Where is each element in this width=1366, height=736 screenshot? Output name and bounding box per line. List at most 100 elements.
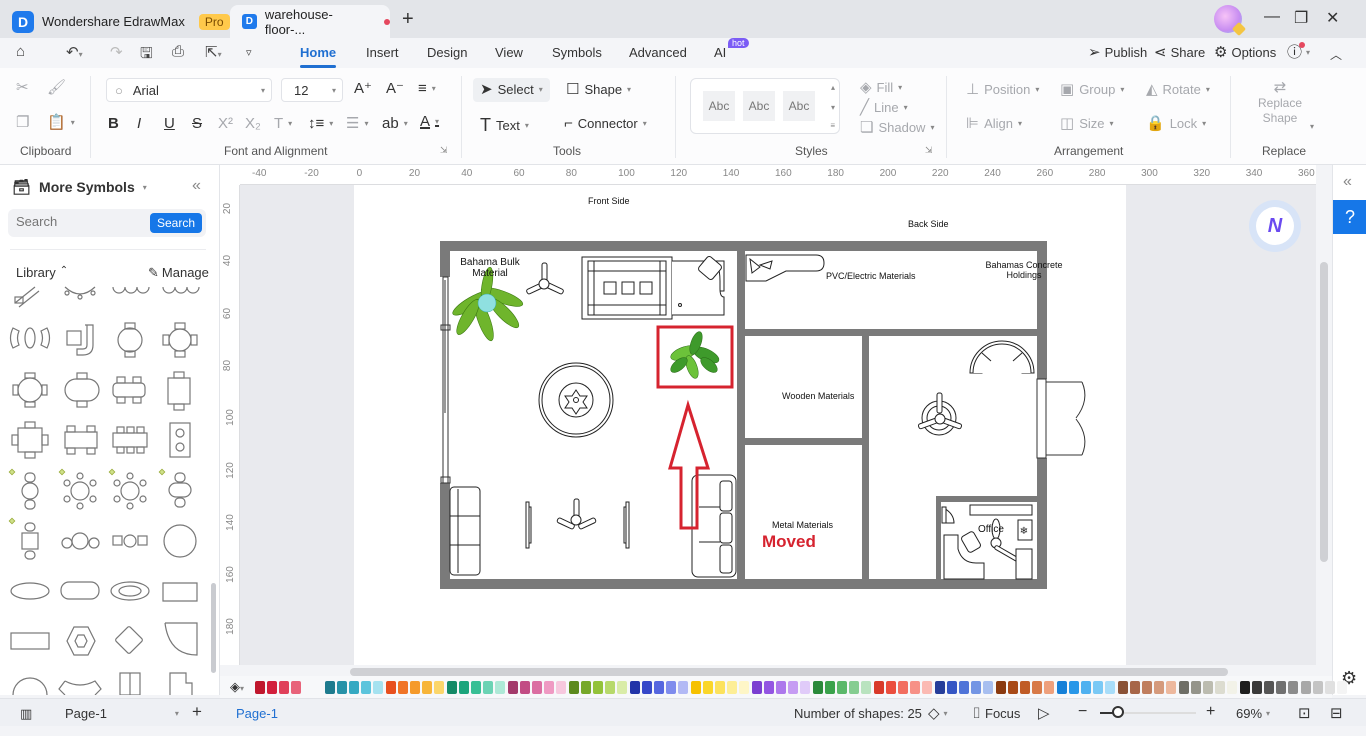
symbol-hexagon[interactable] [66,626,96,656]
fit-page-button[interactable]: ⊡ [1298,706,1311,721]
color-swatch[interactable] [764,681,774,694]
panel-scrollbar[interactable] [211,583,216,673]
tab-ai[interactable]: AI [714,45,726,60]
symbol-search-input[interactable] [16,214,146,229]
symbol-l-shape[interactable] [169,672,193,695]
play-button[interactable]: ▷ [1038,706,1050,721]
pro-badge[interactable]: Pro [198,13,230,30]
color-swatch[interactable] [1069,681,1079,694]
gallery-down-icon[interactable]: ▾ [831,103,835,112]
symbol-curved-seating[interactable] [64,286,96,300]
more-symbols-header[interactable]: 🗃 More Symbols ▾ [12,179,147,195]
symbol-round-table-seats[interactable] [61,532,100,550]
replace-shape-button[interactable]: ⇄ Replace Shape [1258,80,1302,125]
symbol-round-table-chairs[interactable] [112,534,148,548]
color-swatch[interactable] [386,681,396,694]
color-swatch[interactable] [398,681,408,694]
group-button[interactable]: ▣ Group ▾ [1060,82,1124,97]
color-swatch[interactable] [373,681,383,694]
cut-icon[interactable]: ✂ [16,80,29,95]
underline-icon[interactable]: U [164,116,175,131]
color-swatch[interactable] [569,681,579,694]
fit-width-button[interactable]: ⊟ [1330,706,1343,721]
replace-dropdown-icon[interactable]: ▾ [1310,122,1314,131]
format-painter-icon[interactable]: 🖌 [47,80,66,95]
color-swatch[interactable] [291,681,301,694]
gallery-up-icon[interactable]: ▴ [831,83,835,92]
layers-button[interactable]: ◇ ▾ [928,706,948,721]
symbol-oval-table-2[interactable] [168,472,192,508]
decrease-font-icon[interactable]: A⁻ [386,81,404,96]
color-swatch[interactable] [1008,681,1018,694]
color-swatch[interactable] [666,681,676,694]
redo-icon[interactable]: ↷ [110,43,123,61]
font-color-icon[interactable]: A ▾ [420,114,439,129]
color-swatch[interactable] [1057,681,1067,694]
color-swatch[interactable] [752,681,762,694]
collapse-panel-icon[interactable]: « [192,177,201,195]
strikethrough-icon[interactable]: S [192,116,202,131]
color-swatch[interactable] [1288,681,1298,694]
symbol-sofa-curved[interactable] [112,286,150,294]
symbol-circle[interactable] [163,524,197,558]
color-swatch[interactable] [691,681,701,694]
text-tool[interactable]: T Text ▾ [480,116,529,134]
increase-font-icon[interactable]: A⁺ [354,81,372,96]
save-icon[interactable]: 🖫 [140,43,153,68]
color-swatch[interactable] [1252,681,1262,694]
symbol-oval-table-seats[interactable] [9,327,51,349]
color-swatch[interactable] [1191,681,1201,694]
color-swatch[interactable] [337,681,347,694]
share-button[interactable]: ⋖ Share [1154,45,1205,60]
color-swatch[interactable] [1081,681,1091,694]
color-swatch[interactable] [678,681,688,694]
font-family-select[interactable]: ○ Arial ▾ [106,78,272,102]
expand-right-panel-icon[interactable]: « [1343,173,1352,191]
color-swatch[interactable] [422,681,432,694]
italic-icon[interactable]: I [137,116,141,131]
app-tab[interactable]: D Wondershare EdrawMax Pro [12,5,230,38]
page-tab-active[interactable]: Page-1 [236,706,278,721]
size-button[interactable]: ◫ Size ▾ [1060,116,1114,131]
align-icon[interactable]: ≡ ▾ [418,81,436,96]
color-swatch[interactable] [837,681,847,694]
symbol-square-table-2b[interactable] [21,522,39,560]
publish-button[interactable]: ➢ Publish [1088,45,1147,60]
symbol-ellipse[interactable] [10,582,50,600]
color-swatch[interactable] [434,681,444,694]
color-swatch[interactable] [983,681,993,694]
fill-bucket-icon[interactable]: ◈▾ [230,679,244,695]
line-spacing-icon[interactable]: ↕≡ ▾ [308,116,333,131]
color-swatch[interactable] [996,681,1006,694]
symbol-double-ellipse[interactable] [110,581,150,601]
color-swatch[interactable] [255,681,265,694]
symbol-rect-table-10[interactable] [112,426,148,454]
color-swatch[interactable] [935,681,945,694]
text-effect-icon[interactable]: T ▾ [274,116,292,131]
color-swatch[interactable] [849,681,859,694]
color-swatch[interactable] [1142,681,1152,694]
color-swatch[interactable] [581,681,591,694]
color-swatch[interactable] [825,681,835,694]
color-swatch[interactable] [776,681,786,694]
tab-home[interactable]: Home [300,45,337,68]
styles-dialog-launcher-icon[interactable]: ⇲ [925,145,933,156]
user-avatar[interactable] [1214,5,1242,33]
drawing-page[interactable]: ❄ Front Side Back Side Bahama Bulk Mater… [354,185,1126,665]
position-button[interactable]: ⊥ Position ▾ [966,82,1039,97]
rotate-button[interactable]: ◭ Rotate ▾ [1146,82,1210,97]
color-swatch[interactable] [495,681,505,694]
color-swatch[interactable] [447,681,457,694]
customize-toolbar-icon[interactable]: ▿ [246,46,252,59]
color-swatch[interactable] [279,681,289,694]
color-swatch[interactable] [898,681,908,694]
color-swatch[interactable] [813,681,823,694]
ai-assistant-button[interactable]: N [1249,200,1301,252]
color-swatch[interactable] [1337,681,1347,694]
color-swatch[interactable] [1130,681,1140,694]
bullets-icon[interactable]: ☰ ▾ [346,116,368,131]
color-swatch[interactable] [520,681,530,694]
print-icon[interactable]: ⎙ [172,43,184,60]
color-swatch[interactable] [1264,681,1274,694]
text-case-icon[interactable]: ab ▾ [382,116,408,131]
